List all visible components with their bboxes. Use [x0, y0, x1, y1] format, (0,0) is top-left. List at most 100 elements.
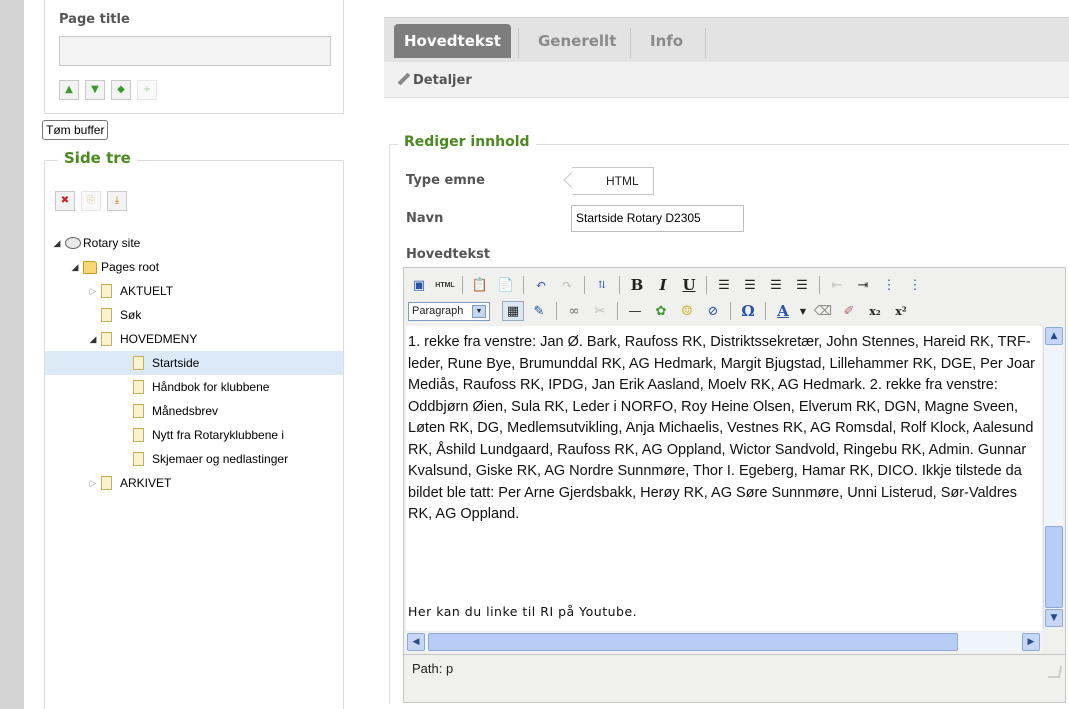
tree-item-label: AKTUELT	[120, 284, 174, 298]
collapsed-toggle-icon[interactable]: ▷	[87, 286, 99, 297]
expanded-toggle-icon[interactable]: ◢	[87, 334, 99, 345]
editor-path: Path: p	[412, 661, 454, 676]
indent-icon[interactable]: ⇥	[852, 275, 874, 295]
expanded-toggle-icon[interactable]: ◢	[51, 238, 63, 249]
collapsed-toggle-icon[interactable]: ▷	[87, 478, 99, 489]
tree-item-label: Skjemaer og nedlastinger	[152, 452, 289, 466]
folder-icon	[83, 260, 97, 274]
expanded-toggle-icon[interactable]: ◢	[69, 262, 81, 273]
edit-table-icon[interactable]: ✎	[528, 301, 550, 321]
tab-hovedtekst[interactable]: Hovedtekst	[394, 24, 511, 58]
tree-item-label: HOVEDMENY	[120, 332, 198, 346]
insert-sibling-icon[interactable]: +	[137, 80, 157, 100]
horizontal-scrollbar[interactable]: ◀ ▶	[406, 632, 1042, 652]
tree-item[interactable]: ▷ AKTUELT	[45, 279, 343, 303]
html-source-icon[interactable]: HTML	[434, 275, 456, 295]
tab-generellt[interactable]: Generellt	[528, 24, 626, 58]
align-left-icon[interactable]: ☰	[713, 275, 735, 295]
right-panel: Hovedtekst Generellt Info Detaljer Redig…	[384, 0, 1069, 709]
table-icon[interactable]: ▦	[502, 301, 524, 321]
tree-item[interactable]: Søk	[45, 303, 343, 327]
format-select[interactable]: Paragraph ▼	[408, 301, 490, 321]
tree-item[interactable]: ◢ Rotary site	[45, 231, 343, 255]
tree-item[interactable]: ◢ Pages root	[45, 255, 343, 279]
paste-page-icon[interactable]: ⤓	[107, 191, 127, 211]
tree-item[interactable]: ◢ HOVEDMENY	[45, 327, 343, 351]
page-title-section: Page title ▲ ▼ ◆ +	[44, 0, 344, 114]
page-title-label: Page title	[59, 12, 130, 27]
scroll-down-icon[interactable]: ▼	[1045, 609, 1063, 627]
insert-above-icon[interactable]: ▲	[59, 80, 79, 100]
redo-icon[interactable]: ↷	[556, 275, 578, 295]
left-edge-strip	[0, 0, 24, 709]
replace-icon[interactable]: ⇅	[591, 275, 613, 295]
color-dropdown-icon[interactable]: ▼	[798, 301, 808, 321]
horizontal-rule-icon[interactable]: —	[624, 301, 646, 321]
bullet-list-icon[interactable]: ⋮	[878, 275, 900, 295]
tree-item[interactable]: Skjemaer og nedlastinger	[45, 447, 343, 471]
italic-icon[interactable]: I	[652, 275, 674, 295]
copy-page-icon[interactable]: ⎘	[81, 191, 101, 211]
emoticon-icon[interactable]: ☺	[676, 301, 698, 321]
cleanup-icon[interactable]: ✐	[838, 301, 860, 321]
unlink-icon[interactable]: ✂	[589, 301, 611, 321]
bold-icon[interactable]: B	[626, 275, 648, 295]
editor-status-bar: Path: p	[404, 654, 1065, 682]
link-icon[interactable]: ∞	[563, 301, 585, 321]
vertical-scrollbar[interactable]: ▲ ▼	[1043, 326, 1063, 629]
scroll-right-icon[interactable]: ▶	[1022, 633, 1040, 651]
vertical-scroll-thumb[interactable]	[1045, 526, 1063, 608]
editor-toolbar-row-2: Paragraph ▼ ▦ ✎ ∞ ✂ — ✿ ☺ ⊘ Ω A ▼ ⌫ ✐ x₂ …	[408, 299, 912, 323]
left-panel: Page title ▲ ▼ ◆ + Tøm buffer Side tre ✖…	[34, 0, 354, 709]
align-right-icon[interactable]: ☰	[765, 275, 787, 295]
numbered-list-icon[interactable]: ⋮	[904, 275, 926, 295]
format-select-value: Paragraph	[412, 305, 464, 317]
editor-content-area[interactable]: 1. rekke fra venstre: Jan Ø. Bark, Raufo…	[406, 326, 1042, 631]
subscript-icon[interactable]: x₂	[864, 301, 886, 321]
paste-icon[interactable]: 📋	[469, 275, 491, 295]
tree-item-label: Håndbok for klubbene	[152, 380, 270, 394]
text-color-icon[interactable]: A	[772, 301, 794, 321]
type-value: HTML	[572, 167, 654, 195]
page-icon	[133, 356, 144, 370]
edit-content-section: Rediger innhold Type emne HTML Navn Star…	[389, 134, 1069, 704]
delete-page-icon[interactable]: ✖	[55, 191, 75, 211]
align-center-icon[interactable]: ☰	[739, 275, 761, 295]
insert-child-icon[interactable]: ◆	[111, 80, 131, 100]
page-icon	[133, 452, 144, 466]
tree-item[interactable]: Håndbok for klubbene	[45, 375, 343, 399]
image-icon[interactable]: ✿	[650, 301, 672, 321]
scroll-up-icon[interactable]: ▲	[1045, 327, 1063, 345]
horizontal-scroll-thumb[interactable]	[428, 633, 958, 651]
justify-icon[interactable]: ☰	[791, 275, 813, 295]
page-title-input[interactable]	[59, 36, 331, 66]
tab-info[interactable]: Info	[640, 24, 693, 58]
page-tree-section: Side tre ✖ ⎘ ⤓ ◢ Rotary site ◢ Pages root ▷ A…	[44, 149, 344, 709]
details-text: Detaljer	[413, 73, 472, 88]
tree-item[interactable]: ▷ ARKIVET	[45, 471, 343, 495]
tree-item-label: Pages root	[101, 260, 160, 274]
clear-buffer-button[interactable]: Tøm buffer	[42, 120, 109, 140]
underline-icon[interactable]: U	[678, 275, 700, 295]
special-char-icon[interactable]: Ω	[737, 301, 759, 321]
eraser-icon[interactable]: ⌫	[812, 301, 834, 321]
flash-icon[interactable]: ⊘	[702, 301, 724, 321]
fullscreen-icon[interactable]: ▣	[408, 275, 430, 295]
superscript-icon[interactable]: x²	[890, 301, 912, 321]
scroll-left-icon[interactable]: ◀	[407, 633, 425, 651]
insert-below-icon[interactable]: ▼	[85, 80, 105, 100]
undo-icon[interactable]: ↶	[530, 275, 552, 295]
page-icon	[133, 404, 144, 418]
page-tree-legend: Side tre	[58, 149, 137, 167]
tree-item[interactable]: Nytt fra Rotaryklubbene i	[45, 423, 343, 447]
outdent-icon[interactable]: ⇤	[826, 275, 848, 295]
paste-word-icon[interactable]: 📄	[495, 275, 517, 295]
name-label: Navn	[406, 211, 444, 226]
rich-text-editor: ▣ HTML 📋 📄 ↶ ↷ ⇅ B I U ☰ ☰ ☰ ☰ ⇤ ⇥ ⋮ ⋮ P…	[403, 267, 1066, 703]
page-title-toolbar: ▲ ▼ ◆ +	[59, 80, 157, 100]
resize-grip-icon[interactable]	[1047, 666, 1063, 678]
tree-item[interactable]: Startside	[45, 351, 343, 375]
tree-item[interactable]: Månedsbrev	[45, 399, 343, 423]
details-label[interactable]: Detaljer	[396, 72, 472, 88]
name-input[interactable]: Startside Rotary D2305	[571, 205, 744, 232]
